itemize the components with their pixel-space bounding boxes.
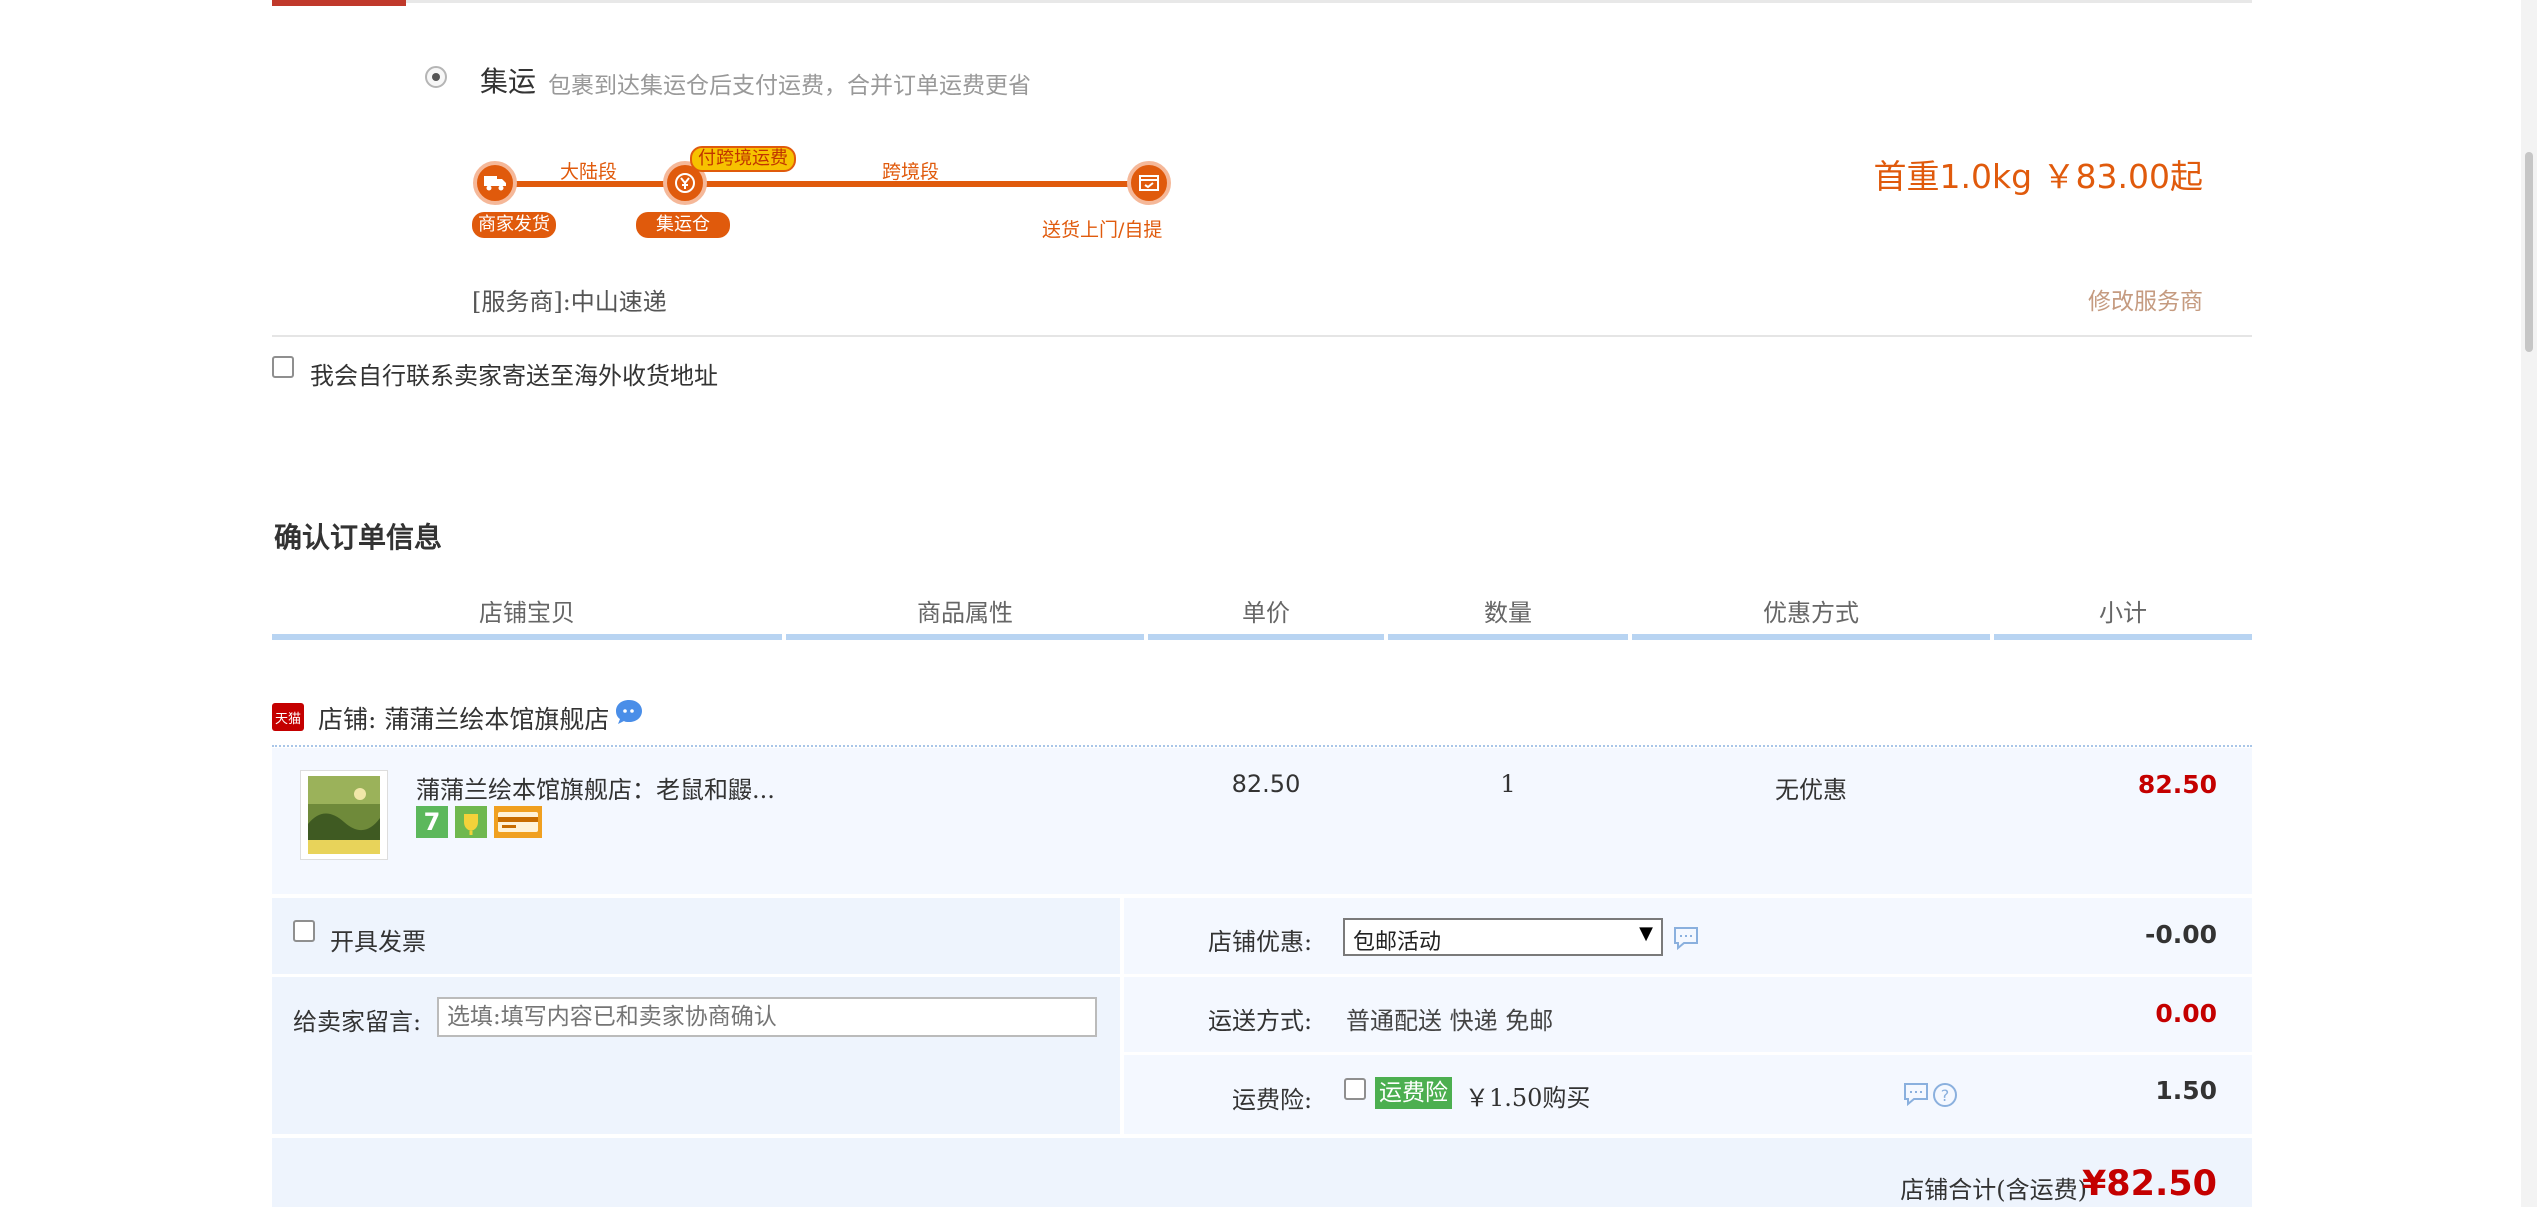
- insurance-amount: 1.50: [2155, 1076, 2217, 1105]
- insurance-label: 运费险:: [1232, 1086, 1313, 1114]
- seven-day-return-icon: 7: [416, 806, 448, 838]
- starting-price: 首重1.0kg ￥83.00起: [1873, 157, 2203, 196]
- store-discount-amount: -0.00: [2144, 920, 2217, 949]
- scrollbar-thumb[interactable]: [2525, 152, 2533, 352]
- discount-method: 无优惠: [1775, 776, 1847, 804]
- column-header-discount: 优惠方式: [1763, 599, 1859, 627]
- self-contact-label: 我会自行联系卖家寄送至海外收货地址: [310, 362, 718, 390]
- section-title: 确认订单信息: [274, 521, 443, 554]
- insurance-price: ￥1.50购买: [1465, 1084, 1591, 1112]
- route-segment-crossborder: 跨境段: [882, 161, 940, 183]
- shipping-method-amount: 0.00: [2155, 999, 2217, 1028]
- message-label: 给卖家留言:: [293, 1008, 422, 1036]
- route-segment-mainland: 大陆段: [560, 161, 618, 183]
- product-thumbnail[interactable]: [300, 770, 388, 860]
- item-subtotal: 82.50: [2137, 770, 2217, 799]
- seller-message-input[interactable]: [437, 997, 1097, 1037]
- quantity-value: 1: [1500, 770, 1516, 798]
- column-header-attributes: 商品属性: [917, 599, 1013, 627]
- store-discount-label: 店铺优惠:: [1208, 928, 1313, 956]
- divider: [1124, 1052, 2252, 1055]
- divider: [272, 335, 2252, 337]
- self-contact-checkbox[interactable]: [272, 356, 294, 378]
- column-bar: [1388, 634, 1628, 640]
- invoice-checkbox[interactable]: [293, 920, 315, 942]
- store-discount-value: 包邮活动: [1353, 930, 1442, 955]
- column-bar: [272, 634, 782, 640]
- tab-strip-line: [272, 0, 2252, 3]
- column-header-subtotal: 小计: [2099, 599, 2147, 627]
- help-question-icon[interactable]: ?: [1932, 1082, 1958, 1112]
- route-node-merchant: 商家发货: [472, 212, 556, 238]
- credit-card-icon: [494, 806, 542, 838]
- divider: [1124, 974, 2252, 977]
- tmall-logo: 天猫: [272, 703, 304, 731]
- comment-icon[interactable]: [1903, 1082, 1929, 1110]
- column-bar: [786, 634, 1144, 640]
- truck-icon: [473, 161, 517, 205]
- shipping-option-title: 集运: [480, 65, 537, 98]
- column-header-item: 店铺宝贝: [479, 599, 575, 627]
- column-header-price: 单价: [1242, 599, 1290, 627]
- product-title[interactable]: 蒲蒲兰绘本馆旗舰店：老鼠和鼹...: [416, 770, 775, 805]
- column-bar: [1632, 634, 1990, 640]
- active-tab-indicator: [272, 0, 406, 6]
- dropdown-arrow-icon: ▼: [1639, 923, 1653, 944]
- store-total-value: ¥82.50: [2081, 1164, 2217, 1204]
- unit-price: 82.50: [1231, 770, 1301, 798]
- comment-icon[interactable]: [1673, 926, 1699, 954]
- chat-bubble-icon[interactable]: [613, 697, 645, 727]
- store-name[interactable]: 店铺: 蒲蒲兰绘本馆旗舰店: [318, 700, 609, 736]
- column-bar: [1148, 634, 1384, 640]
- store-total-label: 店铺合计(含运费): [1900, 1176, 2087, 1204]
- consolidated-shipping-radio[interactable]: [425, 66, 447, 88]
- insurance-tag: 运费险: [1375, 1077, 1452, 1109]
- column-header-quantity: 数量: [1484, 599, 1532, 627]
- route-node-delivery: 送货上门/自提: [1042, 219, 1163, 241]
- shipping-option-description: 包裹到达集运仓后支付运费，合并订单运费更省: [548, 73, 1031, 99]
- store-separator: [272, 745, 2252, 747]
- insurance-checkbox[interactable]: [1344, 1078, 1366, 1100]
- store-discount-select[interactable]: 包邮活动 ▼: [1343, 918, 1663, 956]
- service-provider: [服务商]:中山速递: [472, 288, 667, 316]
- svg-text:?: ?: [1941, 1086, 1950, 1105]
- column-bar: [1994, 634, 2252, 640]
- divider: [272, 974, 1120, 977]
- invoice-label: 开具发票: [330, 928, 426, 956]
- pay-crossborder-tag: 付跨境运费: [690, 146, 796, 172]
- shipping-method-label: 运送方式:: [1208, 1007, 1313, 1035]
- route-node-warehouse: 集运仓: [636, 212, 730, 238]
- quality-guarantee-icon: [455, 806, 487, 838]
- delivery-box-icon: [1127, 161, 1171, 205]
- change-provider-link[interactable]: 修改服务商: [2088, 282, 2203, 316]
- shipping-method-value: 普通配送 快递 免邮: [1346, 1007, 1554, 1035]
